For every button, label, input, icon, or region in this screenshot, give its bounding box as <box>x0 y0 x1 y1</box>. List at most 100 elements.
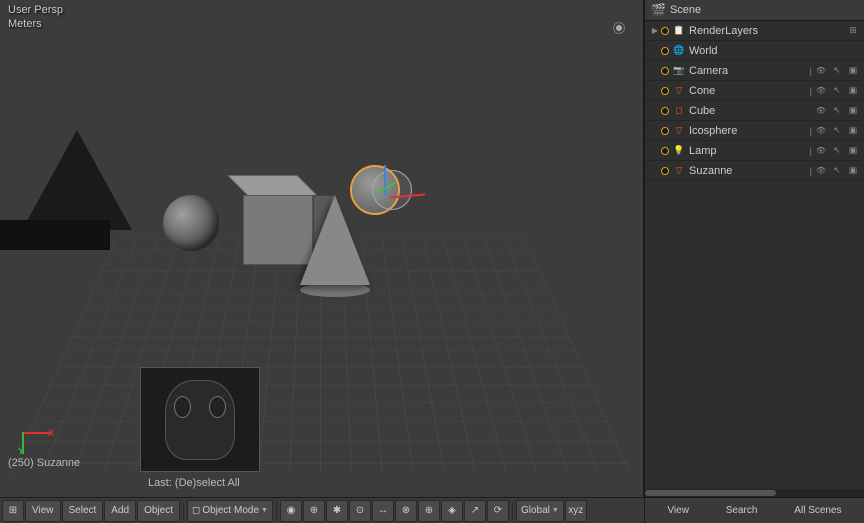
expand-world <box>649 45 661 57</box>
outliner-row-world[interactable]: 🌐 World <box>645 41 864 61</box>
actions-camera: | ▣ <box>810 64 860 78</box>
viewport-mode-label: User Persp <box>8 4 63 16</box>
object-mode-dropdown[interactable]: ◻ Object Mode ▼ <box>187 500 273 522</box>
label-camera: Camera <box>689 65 808 77</box>
global-dropdown[interactable]: Global ▼ <box>516 500 564 522</box>
outliner-row-cone[interactable]: ▽ Cone | ▣ <box>645 81 864 101</box>
dot-world <box>661 47 669 55</box>
gizmo-y-axis <box>384 165 386 195</box>
global-label: Global <box>521 505 550 516</box>
expand-cone <box>649 85 661 97</box>
toolbar-icon-5[interactable]: ↔ <box>372 500 394 522</box>
outliner-row-suzanne[interactable]: ▽ Suzanne | ▣ <box>645 161 864 181</box>
outliner-header: 🎬 Scene <box>645 0 864 21</box>
object-mode-icon: ◻ <box>192 505 200 516</box>
outliner-item-list[interactable]: ▶ 📋 RenderLayers ⊞ 🌐 World 📷 Cam <box>645 21 864 489</box>
object-menu-label: Object <box>144 505 173 516</box>
toolbar-icon-3[interactable]: ✱ <box>326 500 348 522</box>
visibility-camera[interactable] <box>814 64 828 78</box>
dot-suzanne <box>661 167 669 175</box>
select-cone[interactable] <box>830 84 844 98</box>
toolbar-icon-8[interactable]: ◈ <box>441 500 463 522</box>
icon-suzanne: ▽ <box>672 164 686 178</box>
outliner-scrollbar[interactable] <box>645 489 864 497</box>
outliner-search-btn[interactable]: Search <box>720 505 764 516</box>
viewport-header: User Persp Meters <box>8 4 63 30</box>
toolbar-icon-1[interactable]: ◉ <box>280 500 302 522</box>
viewport-toolbar: ⊞ View Select Add Object ◻ Object Mode ▼… <box>0 497 644 523</box>
bottom-row: ⊞ View Select Add Object ◻ Object Mode ▼… <box>0 497 864 523</box>
icon-lamp: 💡 <box>672 144 686 158</box>
label-cube: Cube <box>689 105 812 117</box>
toolbar-icon-7[interactable]: ⊕ <box>418 500 440 522</box>
outliner-row-camera[interactable]: 📷 Camera | ▣ <box>645 61 864 81</box>
render-lamp[interactable]: ▣ <box>846 144 860 158</box>
actions-lamp: | ▣ <box>810 144 860 158</box>
toolbar-icon-4[interactable]: ⊙ <box>349 500 371 522</box>
select-camera[interactable] <box>830 64 844 78</box>
select-cube[interactable] <box>830 104 844 118</box>
view-menu-label: View <box>32 505 54 516</box>
add-menu-btn[interactable]: Add <box>104 500 136 522</box>
render-suzanne[interactable]: ▣ <box>846 164 860 178</box>
visibility-cone[interactable] <box>814 84 828 98</box>
transform-gizmo <box>370 165 420 215</box>
outliner-row-cube[interactable]: ◻ Cube ▣ <box>645 101 864 121</box>
label-suzanne: Suzanne <box>689 165 808 177</box>
dot-renderlayers <box>661 27 669 35</box>
outliner-row-icosphere[interactable]: ▽ Icosphere | ▣ <box>645 121 864 141</box>
visibility-suzanne[interactable] <box>814 164 828 178</box>
label-icosphere: Icosphere <box>689 125 808 137</box>
select-menu-btn[interactable]: Select <box>62 500 104 522</box>
select-icosphere[interactable] <box>830 124 844 138</box>
dot-cone <box>661 87 669 95</box>
select-suzanne[interactable] <box>830 164 844 178</box>
viewport-mode-icon-btn[interactable]: ⊞ <box>2 500 24 522</box>
visibility-icosphere[interactable] <box>814 124 828 138</box>
viewport-3d[interactable]: User Persp Meters <box>0 0 644 497</box>
actions-icosphere: | ▣ <box>810 124 860 138</box>
visibility-cube[interactable] <box>814 104 828 118</box>
object-menu-btn[interactable]: Object <box>137 500 180 522</box>
render-cube[interactable]: ▣ <box>846 104 860 118</box>
pyramid-object <box>22 130 132 230</box>
outliner-view-btn[interactable]: View <box>661 505 695 516</box>
outliner-all-scenes-btn[interactable]: All Scenes <box>788 505 847 516</box>
select-lamp[interactable] <box>830 144 844 158</box>
suzanne-object <box>345 165 405 225</box>
suzanne-mesh <box>350 165 400 215</box>
object-mode-arrow: ▼ <box>261 507 268 514</box>
dot-camera <box>661 67 669 75</box>
outliner-scrollbar-thumb[interactable] <box>645 490 776 496</box>
gizmo-z-axis <box>376 182 396 195</box>
last-operation-thumbnail <box>140 367 260 472</box>
render-camera[interactable]: ▣ <box>846 64 860 78</box>
expand-cube <box>649 105 661 117</box>
sep-camera: | <box>810 66 812 76</box>
axis-y-label: Y <box>18 446 24 456</box>
view-menu-btn[interactable]: View <box>25 500 61 522</box>
toolbar-icon-6[interactable]: ⊗ <box>395 500 417 522</box>
dot-lamp <box>661 147 669 155</box>
global-arrow: ▼ <box>552 507 559 514</box>
toolbar-icon-10[interactable]: ⟳ <box>487 500 509 522</box>
expand-renderlayers[interactable]: ▶ <box>649 25 661 37</box>
select-menu-label: Select <box>69 505 97 516</box>
icon-cube: ◻ <box>672 104 686 118</box>
dot-cube <box>661 107 669 115</box>
render-icosphere[interactable]: ▣ <box>846 124 860 138</box>
toolbar-icon-2[interactable]: ⊕ <box>303 500 325 522</box>
outliner-row-renderlayers[interactable]: ▶ 📋 RenderLayers ⊞ <box>645 21 864 41</box>
actions-cube: ▣ <box>814 104 860 118</box>
outliner-panel: 🎬 Scene ▶ 📋 RenderLayers ⊞ 🌐 World <box>644 0 864 497</box>
toolbar-icon-xyz[interactable]: xyz <box>565 500 587 522</box>
render-cone[interactable]: ▣ <box>846 84 860 98</box>
toolbar-icon-9[interactable]: ↗ <box>464 500 486 522</box>
outliner-row-lamp[interactable]: 💡 Lamp | ▣ <box>645 141 864 161</box>
last-op-monkey-preview <box>165 380 235 460</box>
sep-icosphere: | <box>810 126 812 136</box>
label-cone: Cone <box>689 85 808 97</box>
action-renderlayers-extra[interactable]: ⊞ <box>846 24 860 38</box>
visibility-lamp[interactable] <box>814 144 828 158</box>
label-world: World <box>689 45 860 57</box>
